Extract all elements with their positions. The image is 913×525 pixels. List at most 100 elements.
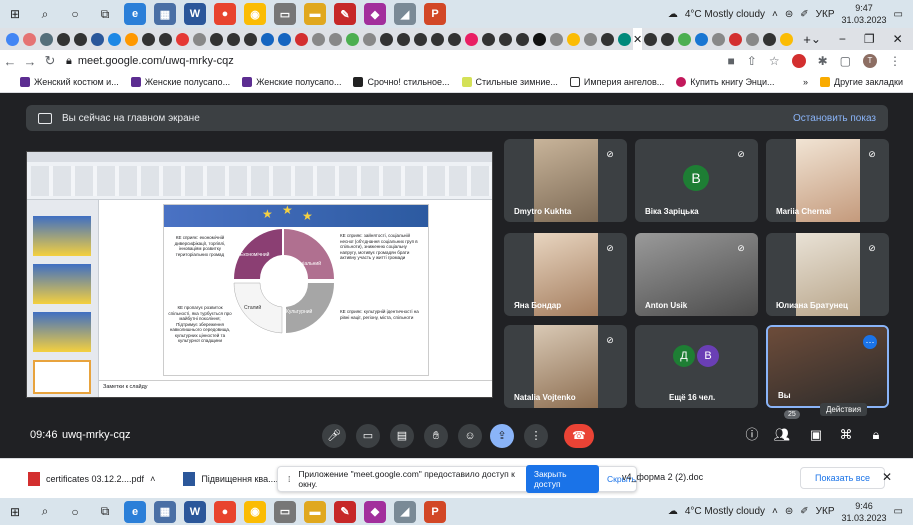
tab-favicon[interactable]	[746, 32, 760, 46]
participant-tile[interactable]: ⊘ Anton Usik	[635, 233, 758, 316]
language-indicator[interactable]: УКР	[816, 506, 835, 517]
url-text[interactable]: meet.google.com/uwq-mrky-cqz	[78, 55, 234, 67]
pen-icon[interactable]: ✐	[800, 506, 808, 517]
windows-start-icon[interactable]: ⊞	[6, 503, 24, 521]
tab-favicon[interactable]	[397, 32, 410, 46]
app-icon[interactable]: ▭	[274, 3, 296, 25]
slide-thumbnail[interactable]	[33, 216, 91, 256]
present-button[interactable]: ⇪	[490, 424, 514, 448]
show-all-button[interactable]: Показать все	[800, 467, 885, 489]
profile-avatar[interactable]: T	[863, 54, 877, 68]
tab-favicon[interactable]	[465, 32, 478, 46]
tab-search-icon[interactable]: ⌄	[811, 32, 821, 46]
drag-handle-icon[interactable]: ⁞	[288, 474, 290, 484]
tab-favicon[interactable]	[142, 32, 155, 46]
bookmark-item[interactable]: Купить книгу Энци...	[676, 77, 775, 87]
bookmark-item[interactable]: Женские полусапо...	[242, 77, 341, 87]
folder-app-icon[interactable]: ▬	[304, 3, 326, 25]
download-item[interactable]: certificates 03.12.2....pdf ˄	[0, 471, 155, 486]
raise-hand-button[interactable]: ✋︎	[424, 424, 448, 448]
bookmark-item[interactable]: Срочно! стильное...	[353, 77, 450, 87]
participant-tile[interactable]: ⊘ Юлиана Братунец	[766, 233, 889, 316]
chevron-up-icon[interactable]: ˄	[772, 506, 778, 517]
tab-favicon[interactable]	[176, 32, 189, 46]
tab-favicon[interactable]	[431, 32, 444, 46]
participant-tile[interactable]: ⊘ Dmytro Kukhta	[504, 139, 627, 222]
tab-favicon[interactable]	[23, 32, 36, 46]
edge-app-icon[interactable]: e	[124, 500, 146, 523]
download-item[interactable]: Підвищення ква....do	[155, 471, 288, 486]
windows-start-icon[interactable]: ⊞	[6, 5, 24, 23]
pdf-app-icon[interactable]: ✎	[334, 500, 356, 523]
activities-icon[interactable]: ⌘	[836, 425, 856, 445]
bookmark-item[interactable]: Женские полусапо...	[130, 77, 230, 87]
star-icon[interactable]: ☆	[769, 54, 780, 68]
tab-favicon[interactable]	[227, 32, 240, 46]
tab-favicon[interactable]	[601, 32, 614, 46]
tab-favicon[interactable]	[499, 32, 512, 46]
tab-favicon[interactable]	[363, 32, 376, 46]
participant-tile-self[interactable]: ⋯ Вы	[766, 325, 889, 408]
language-indicator[interactable]: УКР	[816, 9, 835, 20]
word-app-icon[interactable]: W	[184, 3, 206, 25]
tab-favicon[interactable]	[661, 32, 675, 46]
tab-favicon[interactable]	[125, 32, 138, 46]
store-app-icon[interactable]: ◆	[364, 500, 386, 523]
tab-favicon[interactable]	[644, 32, 658, 46]
captions-button[interactable]: ▤	[390, 424, 414, 448]
tab-favicon[interactable]	[729, 32, 743, 46]
close-icon[interactable]: ✕	[882, 470, 892, 484]
cortana-icon[interactable]: ○	[66, 5, 84, 23]
cortana-icon[interactable]: ○	[66, 503, 84, 521]
back-icon[interactable]: ←	[0, 54, 20, 69]
chrome-app-icon[interactable]: ◉	[244, 500, 266, 523]
slide-thumbnail[interactable]	[33, 312, 91, 352]
search-icon[interactable]: ⌕	[36, 5, 54, 23]
chrome-app-icon[interactable]: ◉	[244, 3, 266, 25]
tab-favicon[interactable]	[780, 32, 794, 46]
tab-favicon[interactable]	[584, 32, 597, 46]
powerpoint-app-icon[interactable]: P	[424, 500, 446, 523]
explorer-app-icon[interactable]: ▦	[154, 500, 176, 523]
info-icon[interactable]: ⓘ	[742, 425, 762, 445]
weather-text[interactable]: 4°C Mostly cloudy	[685, 9, 765, 20]
network-icon[interactable]: ⊜	[785, 9, 793, 20]
slide-thumbnail[interactable]	[33, 264, 91, 304]
notes-app-icon[interactable]: ◢	[394, 500, 416, 523]
tab-favicon[interactable]	[278, 32, 291, 46]
pdf-app-icon[interactable]: ✎	[334, 3, 356, 25]
tab-favicon[interactable]	[346, 32, 359, 46]
word-app-icon[interactable]: W	[184, 500, 206, 523]
ppt-ribbon-buttons[interactable]	[31, 166, 491, 196]
url-field[interactable]: 🔒︎ meet.google.com/uwq-mrky-cqz	[66, 55, 234, 68]
task-view-icon[interactable]: ⧉	[96, 503, 114, 521]
menu-icon[interactable]: ⋮	[889, 54, 901, 68]
leave-call-button[interactable]: ☎	[564, 424, 594, 448]
orange-app-icon[interactable]: ●	[214, 500, 236, 523]
tab-favicon[interactable]	[40, 32, 53, 46]
more-bookmarks-icon[interactable]: »	[803, 77, 808, 87]
participant-tile-more[interactable]: Д В Ещё 16 чел.	[635, 325, 758, 408]
tab-favicon[interactable]	[295, 32, 308, 46]
clock[interactable]: 9:47 31.03.2023	[842, 2, 887, 26]
clock[interactable]: 9:46 31.03.2023	[842, 500, 887, 524]
task-view-icon[interactable]: ⧉	[96, 5, 114, 23]
tab-favicon[interactable]	[380, 32, 393, 46]
orange-app-icon[interactable]: ●	[214, 3, 236, 25]
tab-favicon[interactable]	[567, 32, 580, 46]
camera-button[interactable]: ▭	[356, 424, 380, 448]
reload-icon[interactable]: ↻	[40, 53, 60, 69]
slide-notes[interactable]: Заметки к слайду	[99, 380, 492, 394]
participant-tile[interactable]: ⊘ Mariia Chernai	[766, 139, 889, 222]
close-window-icon[interactable]: ✕	[893, 32, 903, 46]
pen-icon[interactable]: ✐	[800, 9, 808, 20]
powerpoint-app-icon[interactable]: P	[424, 3, 446, 25]
tab-favicon[interactable]	[193, 32, 206, 46]
tab-favicon[interactable]	[678, 32, 692, 46]
tab-favicon[interactable]	[533, 32, 546, 46]
tab-favicon[interactable]	[448, 32, 461, 46]
tab-favicon[interactable]	[210, 32, 223, 46]
sidepanel-icon[interactable]: ▢	[840, 54, 851, 68]
host-controls-icon[interactable]: 🔒︎	[866, 425, 886, 445]
slide-thumbnail-active[interactable]	[33, 360, 91, 394]
